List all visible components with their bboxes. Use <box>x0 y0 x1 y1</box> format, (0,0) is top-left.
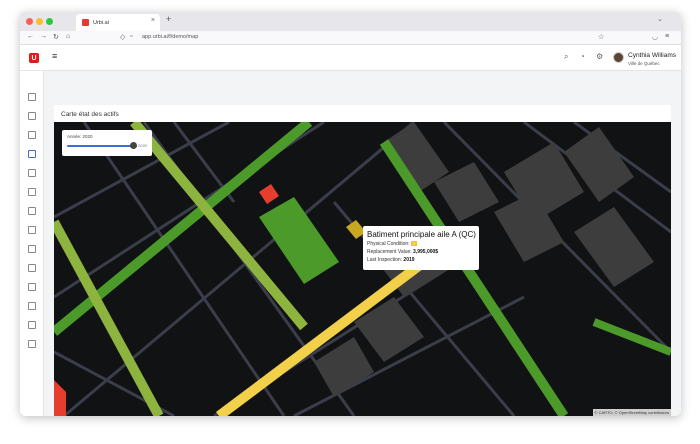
favicon-icon <box>82 19 89 26</box>
tab-title: Urbi.ai <box>93 19 109 26</box>
reload-icon[interactable]: ↻ <box>53 33 59 41</box>
calendar-icon[interactable] <box>28 93 36 101</box>
folder-icon[interactable] <box>28 245 36 253</box>
search-icon[interactable]: ⌕ <box>564 52 568 62</box>
condition-badge: 3 <box>410 241 417 247</box>
popup-replacement-row: Replacement Value: 3,995,000$ <box>367 248 475 256</box>
year-slider-end-label: 2020 <box>138 143 147 148</box>
year-slider-panel: Année: 2020 2020 <box>62 130 152 156</box>
lock-icon: ▫ <box>130 33 133 40</box>
close-tab-icon[interactable]: × <box>151 17 155 24</box>
tree-icon[interactable] <box>28 169 36 177</box>
document-icon[interactable] <box>28 283 36 291</box>
pocket-icon[interactable]: ◡ <box>652 33 658 41</box>
folder-alt-icon[interactable] <box>28 340 36 348</box>
clipboard-icon[interactable] <box>28 131 36 139</box>
building[interactable] <box>574 207 654 287</box>
grid-icon[interactable] <box>28 226 36 234</box>
mail-icon[interactable] <box>28 264 36 272</box>
new-tab-icon[interactable]: + <box>166 14 171 24</box>
year-slider-handle[interactable] <box>130 142 137 149</box>
popup-condition-row: Physical Condition: 3 <box>367 240 475 248</box>
close-window-button[interactable] <box>26 18 33 25</box>
browser-tabbar: Urbi.ai × + ⌄ <box>20 12 681 31</box>
popup-title: Batiment principale aile A (QC) <box>367 230 476 239</box>
year-slider-track[interactable] <box>67 145 137 147</box>
shield-icon[interactable]: ◇ <box>120 33 125 41</box>
asset-popup: Batiment principale aile A (QC) Physical… <box>363 226 479 270</box>
bell-icon[interactable]: ◔ <box>580 52 585 61</box>
maximize-window-button[interactable] <box>46 18 53 25</box>
condition-label: Physical Condition: <box>367 241 410 247</box>
back-icon[interactable]: ← <box>27 33 34 40</box>
avatar[interactable] <box>613 52 624 63</box>
forward-icon[interactable]: → <box>40 33 47 40</box>
urbi-logo[interactable]: U <box>29 53 39 63</box>
replacement-value: 3,995,000$ <box>413 249 439 255</box>
menu-icon[interactable]: ≡ <box>665 33 669 40</box>
popup-inspection-row: Last Inspection: 2019 <box>367 256 475 264</box>
asset-road-poor[interactable] <box>54 380 66 416</box>
user-name[interactable]: Cynthia Williams <box>628 52 676 59</box>
map-card: Carte état des actifs Année: 2020 2020 B… <box>54 105 671 416</box>
inspection-label: Last Inspection: <box>367 257 403 263</box>
asset-building-poor[interactable] <box>259 184 279 204</box>
inspection-value: 2019 <box>403 257 415 263</box>
gear-icon[interactable]: ⚙ <box>596 52 603 61</box>
browser-window: Urbi.ai × + ⌄ ← → ↻ ⌂ ◇ ▫ app.urbi.ai/f/… <box>20 12 681 416</box>
chat-icon[interactable] <box>28 207 36 215</box>
year-slider-label: Année: 2020 <box>67 134 93 139</box>
sync-icon[interactable] <box>28 112 36 120</box>
minimize-window-button[interactable] <box>36 18 43 25</box>
home-icon[interactable]: ⌂ <box>66 33 70 40</box>
replacement-label: Replacement Value: <box>367 249 412 255</box>
box-icon[interactable] <box>28 321 36 329</box>
bookmark-star-icon[interactable]: ☆ <box>598 33 604 41</box>
calendar-alt-icon[interactable] <box>28 188 36 196</box>
card-title: Carte état des actifs <box>61 111 119 118</box>
user-organization: Ville de Québec <box>628 61 660 66</box>
browser-tab[interactable]: Urbi.ai × <box>76 14 160 31</box>
map-attribution[interactable]: © CARTO, © OpenStreetMap contributors <box>592 409 671 416</box>
chevron-down-icon[interactable]: ⌄ <box>657 15 663 23</box>
asset-road-good[interactable] <box>592 318 671 356</box>
map-icon[interactable] <box>28 150 36 158</box>
browser-navbar: ← → ↻ ⌂ ◇ ▫ app.urbi.ai/f/demo/map ☆ ◡ ≡ <box>20 31 681 45</box>
address-bar[interactable]: app.urbi.ai/f/demo/map <box>142 34 198 40</box>
app-header: U ≡ ⌕ ◔ ⚙ Cynthia Williams Ville de Québ… <box>20 45 681 71</box>
sidebar <box>20 71 44 416</box>
image-icon[interactable] <box>28 302 36 310</box>
asset-map[interactable]: Année: 2020 2020 Batiment principale ail… <box>54 122 671 416</box>
hamburger-menu-icon[interactable]: ≡ <box>52 51 57 61</box>
